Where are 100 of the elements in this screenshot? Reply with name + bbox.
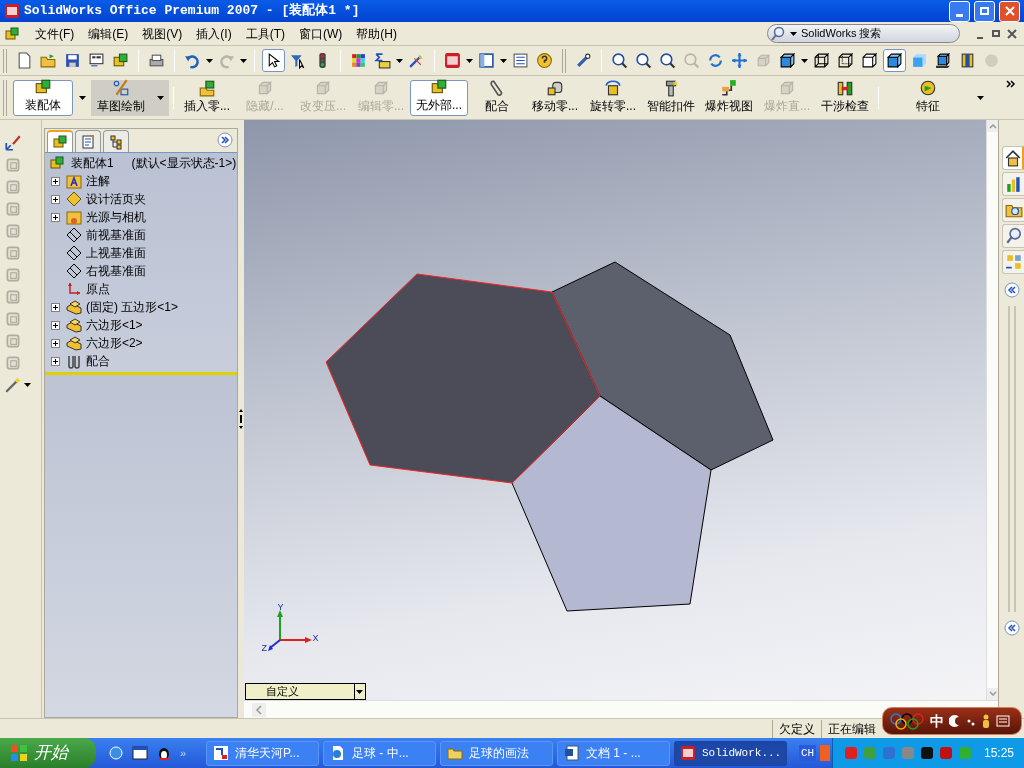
hexagon-face[interactable]: [551, 261, 774, 471]
tree-item[interactable]: 配合: [85, 352, 110, 370]
chart-icon[interactable]: [1004, 175, 1023, 193]
hexagon-face[interactable]: [325, 273, 601, 484]
shadow-cube-icon[interactable]: [935, 52, 952, 69]
tree-item[interactable]: 原点: [85, 280, 110, 298]
pan-icon[interactable]: [731, 52, 748, 69]
command-tab[interactable]: 草图绘制: [91, 79, 151, 116]
hidden-lines-icon[interactable]: [837, 52, 854, 69]
command-button[interactable]: 特征: [899, 79, 957, 116]
collapse-icon[interactable]: [1004, 620, 1020, 636]
expand-icon[interactable]: [50, 320, 60, 330]
splitter-track[interactable]: [1008, 306, 1016, 612]
search-field[interactable]: SolidWorks 搜索: [767, 24, 960, 43]
color-grid-icon[interactable]: [350, 52, 367, 69]
tree-item[interactable]: 六边形<2>: [85, 334, 143, 352]
command-button[interactable]: 配合: [468, 79, 526, 116]
graphics-area[interactable]: Y X Z 自定义: [243, 120, 987, 700]
restore-button[interactable]: [974, 0, 995, 22]
menu-item[interactable]: 文件(F): [28, 24, 82, 43]
menu-item[interactable]: 窗口(W): [292, 24, 350, 43]
command-button[interactable]: 移动零...: [526, 79, 584, 116]
tree-item[interactable]: 六边形<1>: [85, 316, 143, 334]
command-tab[interactable]: 装配体: [13, 79, 73, 116]
caret-icon[interactable]: [24, 383, 31, 387]
drawing-sheet-icon[interactable]: [88, 52, 105, 69]
keyboard-icon[interactable]: [996, 715, 1010, 727]
desktop-icon[interactable]: [132, 745, 148, 761]
panel-icon[interactable]: [478, 52, 495, 69]
minimize-button[interactable]: [949, 0, 970, 22]
wand-icon[interactable]: [408, 52, 425, 69]
ime-toolbar[interactable]: 中: [882, 707, 1022, 735]
caret-icon[interactable]: [206, 58, 213, 63]
taskbar-button[interactable]: 清华天河P...: [206, 740, 319, 766]
search-icon[interactable]: [1004, 227, 1023, 245]
expand-icon[interactable]: [50, 338, 60, 348]
language-indicator[interactable]: CH: [799, 744, 817, 762]
caret-icon[interactable]: [356, 689, 364, 694]
caret-icon[interactable]: [790, 31, 797, 36]
new-document-icon[interactable]: [16, 52, 33, 69]
select-button[interactable]: [262, 49, 285, 72]
panel-tab[interactable]: [74, 130, 101, 152]
logo-icon[interactable]: [444, 52, 461, 69]
input-icon[interactable]: [820, 745, 831, 761]
ime-mode-text[interactable]: 中: [930, 710, 944, 732]
tree-item[interactable]: (固定) 五边形<1>: [85, 298, 178, 316]
taskbar-button[interactable]: SolidWork...: [674, 740, 787, 766]
view-cube-icon[interactable]: [779, 52, 796, 69]
panel-tab[interactable]: [102, 130, 129, 152]
outline-cube-icon[interactable]: [861, 52, 878, 69]
save-icon[interactable]: [64, 52, 81, 69]
browser-icon[interactable]: [108, 745, 124, 761]
splitter-handle-icon[interactable]: [238, 409, 243, 429]
caret-icon[interactable]: [500, 58, 507, 63]
expand-icon[interactable]: [216, 132, 233, 148]
command-button[interactable]: 干涉检查: [816, 79, 874, 116]
close-button[interactable]: [999, 0, 1020, 22]
wand-icon[interactable]: [4, 376, 22, 394]
expand-icon[interactable]: [50, 356, 60, 366]
printer-icon[interactable]: [148, 52, 165, 69]
caret-icon[interactable]: [396, 58, 403, 63]
shaded-edges-button[interactable]: [883, 49, 906, 72]
menu-item[interactable]: 插入(I): [189, 24, 239, 43]
scroll-left-icon[interactable]: [251, 702, 266, 717]
menu-item[interactable]: 编辑(E): [81, 24, 136, 43]
person-icon[interactable]: [981, 714, 991, 728]
expand-icon[interactable]: [50, 212, 60, 222]
menu-item[interactable]: 帮助(H): [349, 24, 404, 43]
filter-icon[interactable]: [290, 52, 307, 69]
list-icon[interactable]: [512, 52, 529, 69]
close-icon[interactable]: [1004, 6, 1015, 16]
search-icon[interactable]: [770, 25, 786, 42]
help-icon[interactable]: [536, 52, 553, 69]
home-icon[interactable]: [1003, 149, 1022, 167]
moon-icon[interactable]: [949, 715, 961, 727]
expand-icon[interactable]: [50, 302, 60, 312]
command-button[interactable]: 插入零...: [178, 79, 236, 116]
command-button[interactable]: 智能扣件: [642, 79, 700, 116]
caret-icon[interactable]: [466, 58, 473, 63]
caret-icon[interactable]: [240, 58, 247, 63]
wireframe-icon[interactable]: [813, 52, 830, 69]
start-button[interactable]: 开始: [0, 738, 96, 768]
command-button[interactable]: 无外部...: [410, 79, 468, 116]
tree-item[interactable]: 装配体1: [70, 154, 114, 172]
caret-icon[interactable]: [156, 95, 164, 100]
section-view-icon[interactable]: [959, 52, 976, 69]
taskbar-button[interactable]: 足球 - 中...: [323, 740, 436, 766]
caret-icon[interactable]: [801, 58, 808, 63]
collapse-icon[interactable]: [1004, 282, 1020, 298]
chevron-icon[interactable]: [1006, 80, 1016, 88]
caret-icon[interactable]: [977, 95, 984, 100]
panel-tab[interactable]: [46, 130, 73, 152]
zoom-in-out-icon[interactable]: [659, 52, 676, 69]
tree-item[interactable]: 注解: [85, 172, 110, 190]
taskbar-button[interactable]: 文档 1 - ...: [557, 740, 670, 766]
caret-icon[interactable]: [78, 95, 86, 100]
tree-item[interactable]: 前视基准面: [85, 226, 146, 244]
menu-item[interactable]: 工具(T): [238, 24, 292, 43]
undo-icon[interactable]: [184, 52, 201, 69]
sigma-icon[interactable]: [374, 52, 391, 69]
